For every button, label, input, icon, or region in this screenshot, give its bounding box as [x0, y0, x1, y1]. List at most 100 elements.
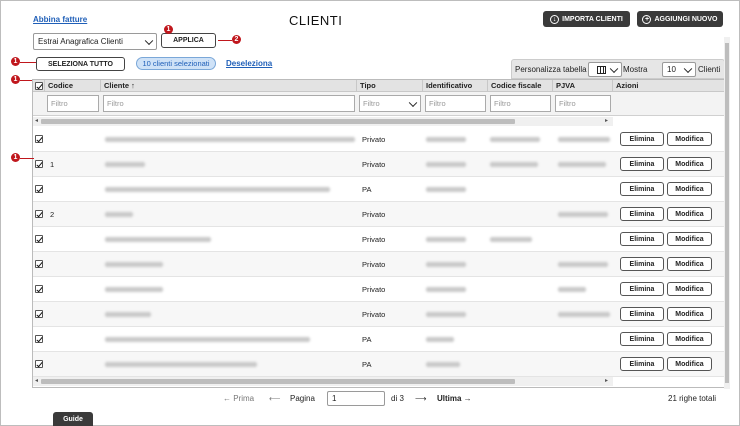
callout-badge-1-header: 1: [11, 75, 20, 84]
row-checkbox[interactable]: [35, 135, 43, 143]
vertical-scrollbar[interactable]: [724, 37, 730, 389]
callout-arrow-2: [218, 40, 232, 41]
horizontal-scrollbar-bottom[interactable]: ◂ ▸: [33, 377, 613, 386]
import-clients-button[interactable]: ↓ IMPORTA CLIENTI: [543, 11, 630, 27]
page-number-input[interactable]: 1: [327, 391, 385, 406]
vertical-scrollbar-thumb[interactable]: [725, 43, 729, 383]
edit-button[interactable]: Modifica: [667, 232, 712, 246]
edit-button[interactable]: Modifica: [667, 157, 712, 171]
delete-button[interactable]: Elimina: [620, 282, 664, 296]
table-row: 2 Privato Elimina Modifica: [33, 202, 724, 227]
clients-table: Codice Cliente ↑ Tipo Identificativo Cod…: [32, 79, 725, 388]
row-checkbox[interactable]: [35, 160, 43, 168]
cell-pjva-blurred: [558, 137, 610, 142]
import-clients-label: IMPORTA CLIENTI: [562, 15, 623, 23]
add-new-label: AGGIUNGI NUOVO: [654, 15, 718, 23]
delete-button[interactable]: Elimina: [620, 207, 664, 221]
edit-button[interactable]: Modifica: [667, 257, 712, 271]
column-header-cliente[interactable]: Cliente ↑: [101, 80, 357, 92]
row-checkbox[interactable]: [35, 235, 43, 243]
scroll-left-icon[interactable]: ◂: [35, 377, 38, 384]
scrollbar-thumb[interactable]: [41, 119, 515, 124]
cell-cliente-blurred: [105, 262, 163, 267]
cell-pjva-blurred: [558, 312, 610, 317]
row-checkbox[interactable]: [35, 185, 43, 193]
cell-cliente-blurred: [105, 312, 151, 317]
delete-button[interactable]: Elimina: [620, 232, 664, 246]
apply-button[interactable]: APPLICA: [161, 33, 216, 48]
deselect-link[interactable]: Deseleziona: [226, 59, 272, 68]
cell-identificativo-blurred: [426, 312, 466, 317]
row-checkbox[interactable]: [35, 310, 43, 318]
next-page-arrow-icon[interactable]: ⟶: [415, 394, 426, 403]
cell-pjva-blurred: [558, 212, 608, 217]
row-checkbox[interactable]: [35, 335, 43, 343]
edit-button[interactable]: Modifica: [667, 207, 712, 221]
scroll-right-icon[interactable]: ▸: [605, 117, 608, 124]
delete-button[interactable]: Elimina: [620, 357, 664, 371]
delete-button[interactable]: Elimina: [620, 182, 664, 196]
table-row: PA Elimina Modifica: [33, 327, 724, 352]
extract-select[interactable]: Estrai Anagrafica Clienti: [33, 33, 157, 50]
last-page-label: Ultima: [437, 394, 462, 403]
edit-button[interactable]: Modifica: [667, 357, 712, 371]
filter-cliente[interactable]: Filtro: [103, 95, 355, 112]
total-rows-label: 21 righe totali: [668, 394, 717, 403]
page-title: CLIENTI: [289, 13, 343, 28]
delete-button[interactable]: Elimina: [620, 257, 664, 271]
delete-button[interactable]: Elimina: [620, 132, 664, 146]
edit-button[interactable]: Modifica: [667, 332, 712, 346]
scroll-right-icon[interactable]: ▸: [605, 377, 608, 384]
prev-page-arrow-icon[interactable]: ⟵: [269, 394, 280, 403]
filter-codice-fiscale[interactable]: Filtro: [490, 95, 551, 112]
select-all-button[interactable]: SELEZIONA TUTTO: [36, 57, 125, 71]
page-label: Pagina: [290, 394, 315, 403]
horizontal-scrollbar-top[interactable]: ◂ ▸: [33, 117, 613, 126]
column-header-codice-fiscale[interactable]: Codice fiscale: [488, 80, 553, 92]
filter-tipo[interactable]: Filtro: [359, 95, 421, 112]
cell-identificativo-blurred: [426, 362, 460, 367]
edit-button[interactable]: Modifica: [667, 282, 712, 296]
cell-codice: [47, 277, 50, 302]
row-checkbox[interactable]: [35, 360, 43, 368]
customize-table-select[interactable]: [588, 62, 622, 77]
guide-tab[interactable]: Guide: [53, 412, 93, 426]
column-header-identificativo[interactable]: Identificativo: [423, 80, 488, 92]
delete-button[interactable]: Elimina: [620, 332, 664, 346]
table-row: Privato Elimina Modifica: [33, 252, 724, 277]
page-size-select[interactable]: 10: [662, 62, 696, 77]
cell-cliente-blurred: [105, 362, 257, 367]
delete-button[interactable]: Elimina: [620, 307, 664, 321]
edit-button[interactable]: Modifica: [667, 182, 712, 196]
callout-badge-1: 1: [164, 25, 173, 34]
filter-identificativo[interactable]: Filtro: [425, 95, 486, 112]
filter-codice[interactable]: Filtro: [47, 95, 99, 112]
cell-identificativo-blurred: [426, 137, 466, 142]
table-row: Privato Elimina Modifica: [33, 127, 724, 152]
scrollbar-thumb[interactable]: [41, 379, 515, 384]
last-page-link[interactable]: Ultima →: [437, 394, 472, 403]
row-checkbox[interactable]: [35, 285, 43, 293]
column-header-tipo[interactable]: Tipo: [357, 80, 423, 92]
column-header-codice[interactable]: Codice: [45, 80, 101, 92]
cell-codice: [47, 352, 50, 377]
cell-identificativo-blurred: [426, 187, 466, 192]
filter-pjva[interactable]: Filtro: [555, 95, 611, 112]
show-label: Mostra: [623, 65, 648, 74]
clients-label: Clienti: [698, 65, 721, 74]
delete-button[interactable]: Elimina: [620, 157, 664, 171]
scroll-left-icon[interactable]: ◂: [35, 117, 38, 124]
row-checkbox[interactable]: [35, 260, 43, 268]
header-checkbox[interactable]: [35, 82, 43, 90]
cell-tipo: PA: [362, 185, 372, 194]
edit-button[interactable]: Modifica: [667, 132, 712, 146]
add-new-button[interactable]: + AGGIUNGI NUOVO: [637, 11, 723, 27]
app-frame: Abbina fatture CLIENTI ↓ IMPORTA CLIENTI…: [0, 0, 740, 426]
abbina-fatture-link[interactable]: Abbina fatture: [33, 15, 87, 24]
row-checkbox[interactable]: [35, 210, 43, 218]
first-page-link[interactable]: ← Prima: [223, 394, 254, 403]
cell-cliente-blurred: [105, 237, 211, 242]
column-header-pjva[interactable]: PJVA: [553, 80, 613, 92]
callout-arrow-row: [20, 158, 34, 159]
edit-button[interactable]: Modifica: [667, 307, 712, 321]
